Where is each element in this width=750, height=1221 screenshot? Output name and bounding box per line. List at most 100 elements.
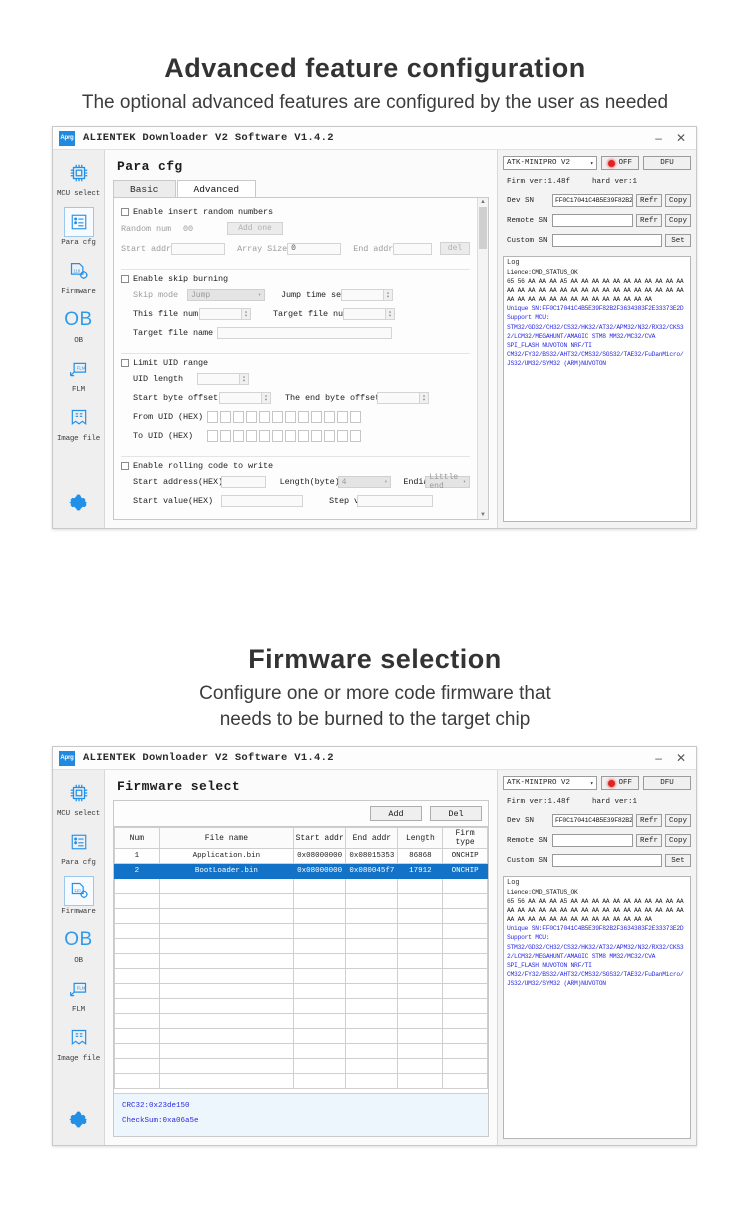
settings-button[interactable] [68, 492, 89, 518]
hex-cell[interactable] [298, 411, 309, 423]
power-toggle-button[interactable]: OFF [601, 776, 639, 790]
input-target-file-num[interactable]: ▴ ▾ [343, 308, 395, 320]
table-row-empty[interactable] [114, 968, 488, 984]
checkbox-limit-uid-range[interactable] [121, 359, 129, 367]
table-row[interactable]: 1 Application.bin 0x08000000 0x08015353 … [114, 848, 488, 864]
dev-sn-refresh-button[interactable]: Refr [636, 194, 662, 207]
input-this-file-num[interactable]: ▴ ▾ [199, 308, 251, 320]
input-dev-sn[interactable]: FF0C17041C4B5E39F82B2F3 [552, 194, 633, 207]
spinner-arrows-icon[interactable]: ▴ ▾ [239, 374, 248, 384]
input-custom-sn[interactable] [552, 854, 662, 867]
hex-cell[interactable] [233, 430, 244, 442]
select-endian[interactable]: Little end ▾ [425, 473, 470, 491]
minimize-icon[interactable]: – [655, 132, 662, 144]
table-row-empty[interactable] [114, 893, 488, 909]
remote-sn-refresh-button[interactable]: Refr [636, 214, 662, 227]
remote-sn-copy-button[interactable]: Copy [665, 214, 691, 227]
input-jump-time-set[interactable]: ▴ ▾ [341, 289, 393, 301]
group-header[interactable]: Enable skip burning [121, 274, 470, 284]
hex-cell[interactable] [350, 430, 361, 442]
sidebar-item-firmware[interactable]: 110 Firmware [53, 256, 104, 296]
scroll-up-icon[interactable]: ▲ [480, 198, 486, 206]
select-device[interactable]: ATK-MINIPRO V2 ▾ [503, 156, 598, 170]
hex-cell[interactable] [350, 411, 361, 423]
hex-cell[interactable] [207, 430, 218, 442]
table-row-empty[interactable] [114, 1028, 488, 1044]
sidebar-item-image-file[interactable]: Image file [53, 403, 104, 443]
hex-cell[interactable] [311, 430, 322, 442]
table-row-empty[interactable] [114, 1013, 488, 1029]
hex-input-row-from-uid[interactable] [207, 411, 361, 423]
hex-cell[interactable] [324, 430, 335, 442]
sidebar-item-para-cfg[interactable]: Para cfg [53, 207, 104, 247]
tab-advanced[interactable]: Advanced [176, 180, 257, 197]
log-panel[interactable]: Log Lience:CMD_STATUS_OK 65 56 AA AA AA … [503, 876, 691, 1139]
remote-sn-refresh-button[interactable]: Refr [636, 834, 662, 847]
custom-sn-set-button[interactable]: Set [665, 854, 691, 867]
group-header[interactable]: Enable rolling code to write [121, 461, 470, 471]
sidebar-item-flm[interactable]: FLM FLM [53, 974, 104, 1014]
hex-cell[interactable] [298, 430, 309, 442]
hex-cell[interactable] [220, 430, 231, 442]
hex-cell[interactable] [272, 430, 283, 442]
checkbox-enable-skip-burning[interactable] [121, 275, 129, 283]
input-remote-sn[interactable] [552, 834, 633, 847]
table-row-empty[interactable] [114, 878, 488, 894]
input-start-addr[interactable] [171, 242, 226, 255]
hex-cell[interactable] [311, 411, 322, 423]
input-remote-sn[interactable] [552, 214, 633, 227]
hex-cell[interactable] [207, 411, 218, 423]
close-icon[interactable]: ✕ [676, 132, 686, 144]
minimize-icon[interactable]: – [655, 752, 662, 764]
hex-cell[interactable] [337, 430, 348, 442]
input-start-address-hex[interactable] [221, 476, 266, 488]
group-header[interactable]: Enable insert random numbers [121, 207, 470, 217]
spinner-arrows-icon[interactable]: ▴ ▾ [385, 309, 394, 319]
input-step-val[interactable] [357, 495, 433, 507]
input-uid-length[interactable]: ▴ ▾ [197, 373, 249, 385]
select-length-byte[interactable]: 4 ▾ [337, 476, 392, 488]
scroll-down-icon[interactable]: ▼ [480, 511, 486, 519]
input-target-file-name[interactable] [217, 327, 392, 339]
hex-cell[interactable] [233, 411, 244, 423]
table-row-empty[interactable] [114, 1058, 488, 1074]
sidebar-item-firmware[interactable]: 110 Firmware [53, 876, 104, 916]
sidebar-item-mcu-select[interactable]: MCU select [53, 778, 104, 818]
hex-cell[interactable] [272, 411, 283, 423]
custom-sn-set-button[interactable]: Set [665, 234, 691, 247]
hex-cell[interactable] [337, 411, 348, 423]
remote-sn-copy-button[interactable]: Copy [665, 834, 691, 847]
tab-basic[interactable]: Basic [113, 180, 176, 197]
scrollbar-thumb[interactable] [479, 207, 487, 249]
dev-sn-copy-button[interactable]: Copy [665, 194, 691, 207]
spinner-arrows-icon[interactable]: ▴ ▾ [419, 393, 428, 403]
dev-sn-refresh-button[interactable]: Refr [636, 814, 662, 827]
checkbox-enable-rolling-code[interactable] [121, 462, 129, 470]
sidebar-item-flm[interactable]: FLM FLM [53, 354, 104, 394]
sidebar-item-image-file[interactable]: Image file [53, 1023, 104, 1063]
add-firmware-button[interactable]: Add [370, 806, 422, 821]
hex-input-row-to-uid[interactable] [207, 430, 361, 442]
hex-cell[interactable] [324, 411, 335, 423]
hex-cell[interactable] [246, 411, 257, 423]
table-row-empty[interactable] [114, 1043, 488, 1059]
table-row-empty[interactable] [114, 908, 488, 924]
spinner-arrows-icon[interactable]: ▴ ▾ [383, 290, 392, 300]
hex-cell[interactable] [220, 411, 231, 423]
settings-button[interactable] [68, 1109, 89, 1135]
spinner-arrows-icon[interactable]: ▴ ▾ [241, 309, 250, 319]
power-toggle-button[interactable]: OFF [601, 156, 639, 170]
input-dev-sn[interactable]: FF0C17041C4B5E39F82B2F3 [552, 814, 633, 827]
del-firmware-button[interactable]: Del [430, 806, 482, 821]
dfu-button[interactable]: DFU [643, 156, 691, 170]
hex-cell[interactable] [285, 411, 296, 423]
input-custom-sn[interactable] [552, 234, 662, 247]
sidebar-item-ob[interactable]: OB OB [53, 925, 104, 965]
input-array-size[interactable]: 0 [287, 242, 342, 255]
select-skip-mode[interactable]: Jump ▾ [187, 289, 265, 301]
dfu-button[interactable]: DFU [643, 776, 691, 790]
table-row-empty[interactable] [114, 923, 488, 939]
select-device[interactable]: ATK-MINIPRO V2 ▾ [503, 776, 598, 790]
table-row-empty[interactable] [114, 983, 488, 999]
add-one-button[interactable]: Add one [227, 222, 283, 235]
